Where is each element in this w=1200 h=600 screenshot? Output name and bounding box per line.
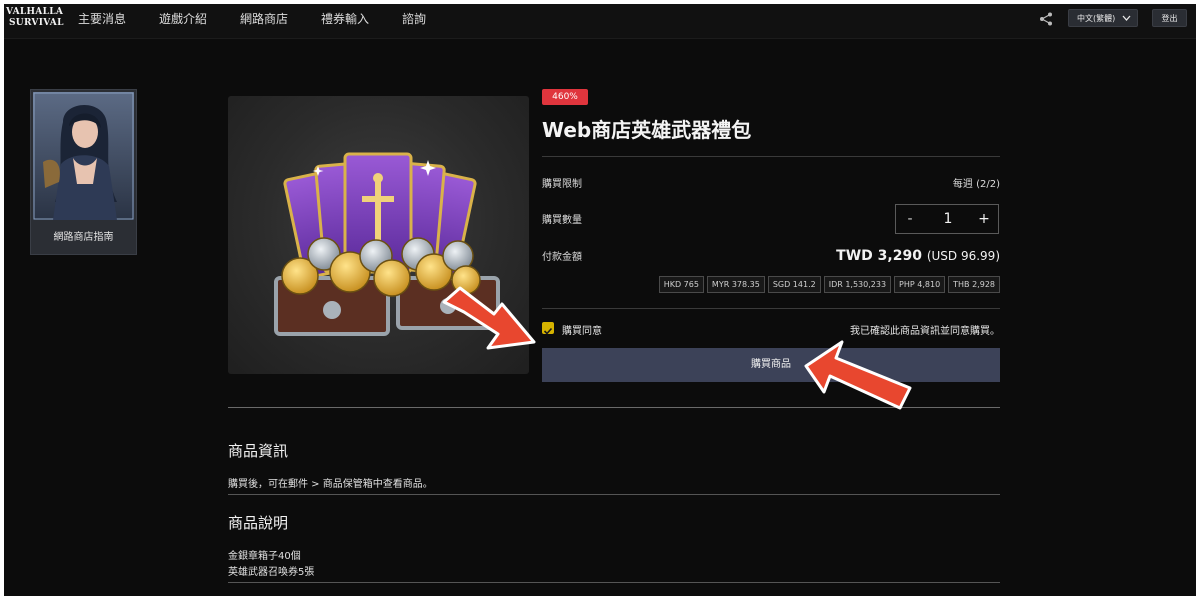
logo-line-2: SURVIVAL	[9, 18, 64, 28]
chevron-down-icon	[1122, 15, 1131, 21]
agree-note: 我已確認此商品資訊並同意購買。	[850, 326, 1000, 337]
nav-item-game-intro[interactable]: 遊戲介紹	[159, 10, 207, 27]
quantity-decrease-button[interactable]: -	[896, 205, 924, 233]
currency-tag-thb: THB 2,928	[948, 276, 1000, 293]
divider	[542, 156, 1000, 157]
nav-item-coupon[interactable]: 禮券輸入	[321, 10, 369, 27]
share-icon[interactable]	[1039, 12, 1053, 26]
checkmark-icon	[543, 327, 553, 335]
divider	[542, 308, 1000, 309]
quantity-stepper: - 1 +	[895, 204, 999, 234]
currency-tag-idr: IDR 1,530,233	[823, 276, 892, 293]
top-navigation-bar: VALHALLA SURVIVAL 主要消息 遊戲介紹 網路商店 禮券輸入 諮詢…	[4, 4, 1196, 39]
page-frame: VALHALLA SURVIVAL 主要消息 遊戲介紹 網路商店 禮券輸入 諮詢…	[4, 4, 1196, 596]
purchase-limit-label: 購買限制	[542, 179, 582, 190]
language-select[interactable]: 中文(繁體)	[1068, 9, 1138, 27]
currency-tag-myr: MYR 378.35	[706, 276, 765, 293]
shop-guide-label: 網路商店指南	[53, 232, 114, 243]
language-select-value: 中文(繁體)	[1077, 14, 1116, 23]
quantity-label: 購買數量	[542, 215, 582, 226]
product-description-title: 商品說明	[228, 514, 289, 532]
logo-line-1: VALHALLA	[6, 7, 64, 17]
annotation-arrow-icon	[804, 340, 912, 410]
buy-product-button[interactable]: 購買商品	[542, 348, 1000, 382]
nav-item-web-shop[interactable]: 網路商店	[240, 10, 288, 27]
purchase-limit-value: 每週 (2/2)	[952, 179, 1000, 190]
product-title: Web商店英雄武器禮包	[542, 118, 752, 142]
divider	[228, 582, 1000, 583]
currency-tag-php: PHP 4,810	[894, 276, 946, 293]
annotation-arrow-icon	[442, 286, 536, 350]
description-line-2: 英雄武器召喚券5張	[228, 567, 315, 578]
currency-tag-sgd: SGD 141.2	[767, 276, 821, 293]
currency-list: HKD 765 MYR 378.35 SGD 141.2 IDR 1,530,2…	[658, 276, 1000, 293]
nav-item-support[interactable]: 諮詢	[402, 10, 426, 27]
agree-label[interactable]: 購買同意	[562, 322, 602, 337]
shop-guide-card[interactable]: 網路商店指南	[30, 89, 137, 255]
divider	[228, 494, 1000, 495]
guide-character-art	[33, 92, 134, 220]
discount-badge: 460%	[542, 89, 588, 105]
nav-item-news[interactable]: 主要消息	[78, 10, 126, 27]
product-info-title: 商品資訊	[228, 442, 289, 460]
description-line-1: 金銀章箱子40個	[228, 551, 301, 562]
quantity-increase-button[interactable]: +	[970, 205, 998, 233]
quantity-value[interactable]: 1	[928, 205, 968, 233]
product-info-text: 購買後，可在郵件 > 商品保管箱中查看商品。	[228, 479, 433, 490]
logo[interactable]: VALHALLA SURVIVAL	[6, 7, 64, 33]
price-main: TWD 3,290 (USD 96.99)	[836, 248, 1000, 264]
price-usd: (USD 96.99)	[926, 249, 1000, 263]
logout-button[interactable]: 登出	[1152, 9, 1187, 27]
payment-amount-label: 付款金額	[542, 252, 582, 263]
currency-tag-hkd: HKD 765	[658, 276, 704, 293]
agree-checkbox[interactable]	[542, 322, 554, 335]
price-twd: TWD 3,290	[836, 248, 922, 264]
